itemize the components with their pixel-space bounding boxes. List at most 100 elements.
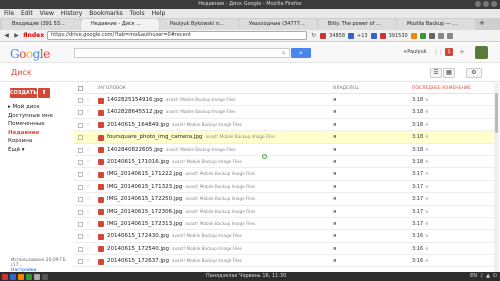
search-button[interactable]: ⌕: [291, 48, 311, 58]
scrollbar[interactable]: [494, 83, 499, 272]
menu-bookmarks[interactable]: Bookmarks: [89, 9, 123, 18]
file-name[interactable]: 1402840822605.jpg avast! Mobile Backup Im…: [107, 146, 236, 154]
file-name[interactable]: 1402828645512.jpg avast! Mobile Backup Im…: [107, 108, 236, 116]
file-name-text[interactable]: 1402840822605.jpg: [107, 147, 163, 153]
avatar[interactable]: [475, 46, 488, 59]
file-name[interactable]: 20140615_172637.jpg avast! Mobile Backup …: [107, 257, 242, 265]
star-icon[interactable]: ☆: [86, 97, 90, 103]
scroll-thumb[interactable]: [495, 93, 498, 133]
table-row[interactable]: ☆ 20140615_172637.jpg avast! Mobile Backup…: [74, 255, 494, 268]
sidebar-item-shared[interactable]: Доступные мне: [8, 112, 53, 121]
row-checkbox[interactable]: [78, 98, 83, 103]
taskbar-app-icon[interactable]: [10, 273, 16, 280]
file-name[interactable]: foursquare_photo_img_camera.jpg avast! Mo…: [107, 133, 275, 141]
sidebar-item-starred[interactable]: Помеченные: [8, 120, 53, 129]
social-icon[interactable]: [348, 32, 355, 39]
file-name[interactable]: IMG_20140615_171222.jpg avast! Mobile Bac…: [107, 170, 255, 178]
star-icon[interactable]: ☆: [86, 209, 90, 215]
row-checkbox[interactable]: [78, 221, 83, 227]
browser-tab[interactable]: Входящие (391 53...: [2, 19, 80, 30]
download-icon[interactable]: [428, 32, 435, 39]
row-checkbox[interactable]: [78, 246, 83, 252]
row-checkbox[interactable]: [78, 147, 83, 153]
star-icon[interactable]: ☆: [86, 221, 90, 227]
list-view-icon[interactable]: ☰: [430, 68, 442, 78]
row-checkbox[interactable]: [78, 234, 83, 240]
file-name-text[interactable]: IMG_20140615_171323.jpg: [107, 184, 182, 190]
column-modified[interactable]: ПОСЛЕДНЕЕ ИЗМЕНЕНИЕ: [412, 83, 471, 94]
star-icon[interactable]: ☆: [86, 246, 90, 252]
notifications-badge[interactable]: 1: [445, 48, 453, 56]
close-button[interactable]: [491, 1, 497, 7]
star-icon[interactable]: ☆: [86, 147, 90, 153]
column-owner[interactable]: ВЛАДЕЛЕЦ: [333, 83, 359, 94]
file-name[interactable]: 20140615_164849.jpg avast! Mobile Backup …: [107, 121, 242, 129]
table-row[interactable]: ☆ foursquare_photo_img_camera.jpg avast! M…: [74, 131, 494, 144]
sidebar-item-more[interactable]: Ещё ▾: [8, 146, 53, 155]
table-row[interactable]: ☆ IMG_20140615_171323.jpg avast! Mobile Ba…: [74, 181, 494, 194]
file-name-text[interactable]: 20140615_164849.jpg: [107, 122, 169, 128]
browser-tab[interactable]: Mozilla Backup — ...: [397, 19, 475, 30]
table-row[interactable]: ☆ 1402828645512.jpg avast! Mobile Backup I…: [74, 106, 494, 119]
taskbar-app-icon[interactable]: [42, 273, 48, 280]
menu-edit[interactable]: Edit: [21, 9, 33, 18]
row-checkbox[interactable]: [78, 135, 83, 141]
row-checkbox[interactable]: [78, 122, 83, 128]
volume-icon[interactable]: ♪: [480, 272, 483, 281]
file-name[interactable]: 20140615_172430.jpg avast! Mobile Backup …: [107, 232, 242, 240]
new-tab-button[interactable]: +: [476, 18, 488, 30]
minimize-button[interactable]: [475, 1, 481, 7]
mail-icon[interactable]: [320, 32, 327, 39]
file-name-text[interactable]: 20140615_172637.jpg: [107, 258, 169, 264]
star-icon[interactable]: ☆: [86, 184, 90, 190]
drive-search-input[interactable]: ×: [74, 48, 290, 58]
url-input[interactable]: https://drive.google.com/?tab=mo&authuse…: [47, 31, 308, 40]
menu-icon[interactable]: [446, 32, 453, 39]
table-row[interactable]: ☆ IMG_20140615_172250.jpg avast! Mobile Ba…: [74, 193, 494, 206]
google-logo[interactable]: Google: [10, 47, 50, 61]
network-icon[interactable]: ▲: [486, 272, 490, 281]
sidebar-item-trash[interactable]: Корзина: [8, 137, 53, 146]
file-name-text[interactable]: 20140615_172540.jpg: [107, 246, 169, 252]
row-checkbox[interactable]: [78, 172, 83, 178]
taskbar-app-icon[interactable]: [18, 273, 24, 280]
star-icon[interactable]: ☆: [86, 109, 90, 115]
column-title[interactable]: ЗАГОЛОВОК: [97, 83, 126, 94]
file-name-text[interactable]: 1402825154916.jpg: [107, 97, 163, 103]
file-name-text[interactable]: 1402828645512.jpg: [107, 109, 163, 115]
upload-icon[interactable]: ⬆: [38, 88, 50, 98]
grid-view-icon[interactable]: ▦: [443, 68, 455, 78]
star-icon[interactable]: ☆: [86, 122, 90, 128]
maximize-button[interactable]: [483, 1, 489, 7]
power-icon[interactable]: ⏻: [493, 272, 497, 281]
table-row[interactable]: ☆ 1402840822605.jpg avast! Mobile Backup I…: [74, 144, 494, 156]
user-link[interactable]: +Paulyuk: [403, 49, 427, 55]
yandex-logo[interactable]: Яndex: [23, 32, 44, 39]
language-indicator[interactable]: EN: [470, 272, 477, 281]
table-row[interactable]: ☆ 20140615_172430.jpg avast! Mobile Backup…: [74, 230, 494, 243]
browser-tab[interactable]: Bitly. The power of ...: [318, 19, 396, 30]
row-checkbox[interactable]: [78, 184, 83, 190]
menu-file[interactable]: File: [4, 9, 14, 18]
file-name-text[interactable]: IMG_20140615_171222.jpg: [107, 171, 182, 177]
row-checkbox[interactable]: [78, 197, 83, 203]
file-name[interactable]: 20140615_171016.jpg avast! Mobile Backup …: [107, 158, 242, 166]
file-name-text[interactable]: IMG_20140615_172313.jpg: [107, 221, 182, 227]
file-name[interactable]: IMG_20140615_172313.jpg avast! Mobile Bac…: [107, 220, 255, 228]
create-button[interactable]: СОЗДАТЬ: [10, 88, 37, 98]
row-checkbox[interactable]: [78, 209, 83, 215]
taskbar-app-icon[interactable]: [34, 273, 40, 280]
browser-tab[interactable]: Paulyuk Bykowski п...: [160, 19, 238, 30]
file-name-text[interactable]: 20140615_172430.jpg: [107, 233, 169, 239]
file-name[interactable]: 20140615_172540.jpg avast! Mobile Backup …: [107, 245, 242, 253]
file-name-text[interactable]: IMG_20140615_172306.jpg: [107, 209, 182, 215]
menu-view[interactable]: View: [40, 9, 54, 18]
gmail-icon[interactable]: [379, 32, 386, 39]
table-row[interactable]: ☆ IMG_20140615_172306.jpg avast! Mobile Ba…: [74, 206, 494, 218]
table-row[interactable]: ☆ 20140615_172540.jpg avast! Mobile Backup…: [74, 243, 494, 256]
file-name-text[interactable]: IMG_20140615_172250.jpg: [107, 196, 182, 202]
table-row[interactable]: ☆ IMG_20140615_172313.jpg avast! Mobile Ba…: [74, 218, 494, 231]
extension-icon[interactable]: [419, 32, 426, 39]
back-icon[interactable]: ◀: [3, 32, 10, 39]
settings-gear-icon[interactable]: ⚙: [466, 68, 482, 78]
